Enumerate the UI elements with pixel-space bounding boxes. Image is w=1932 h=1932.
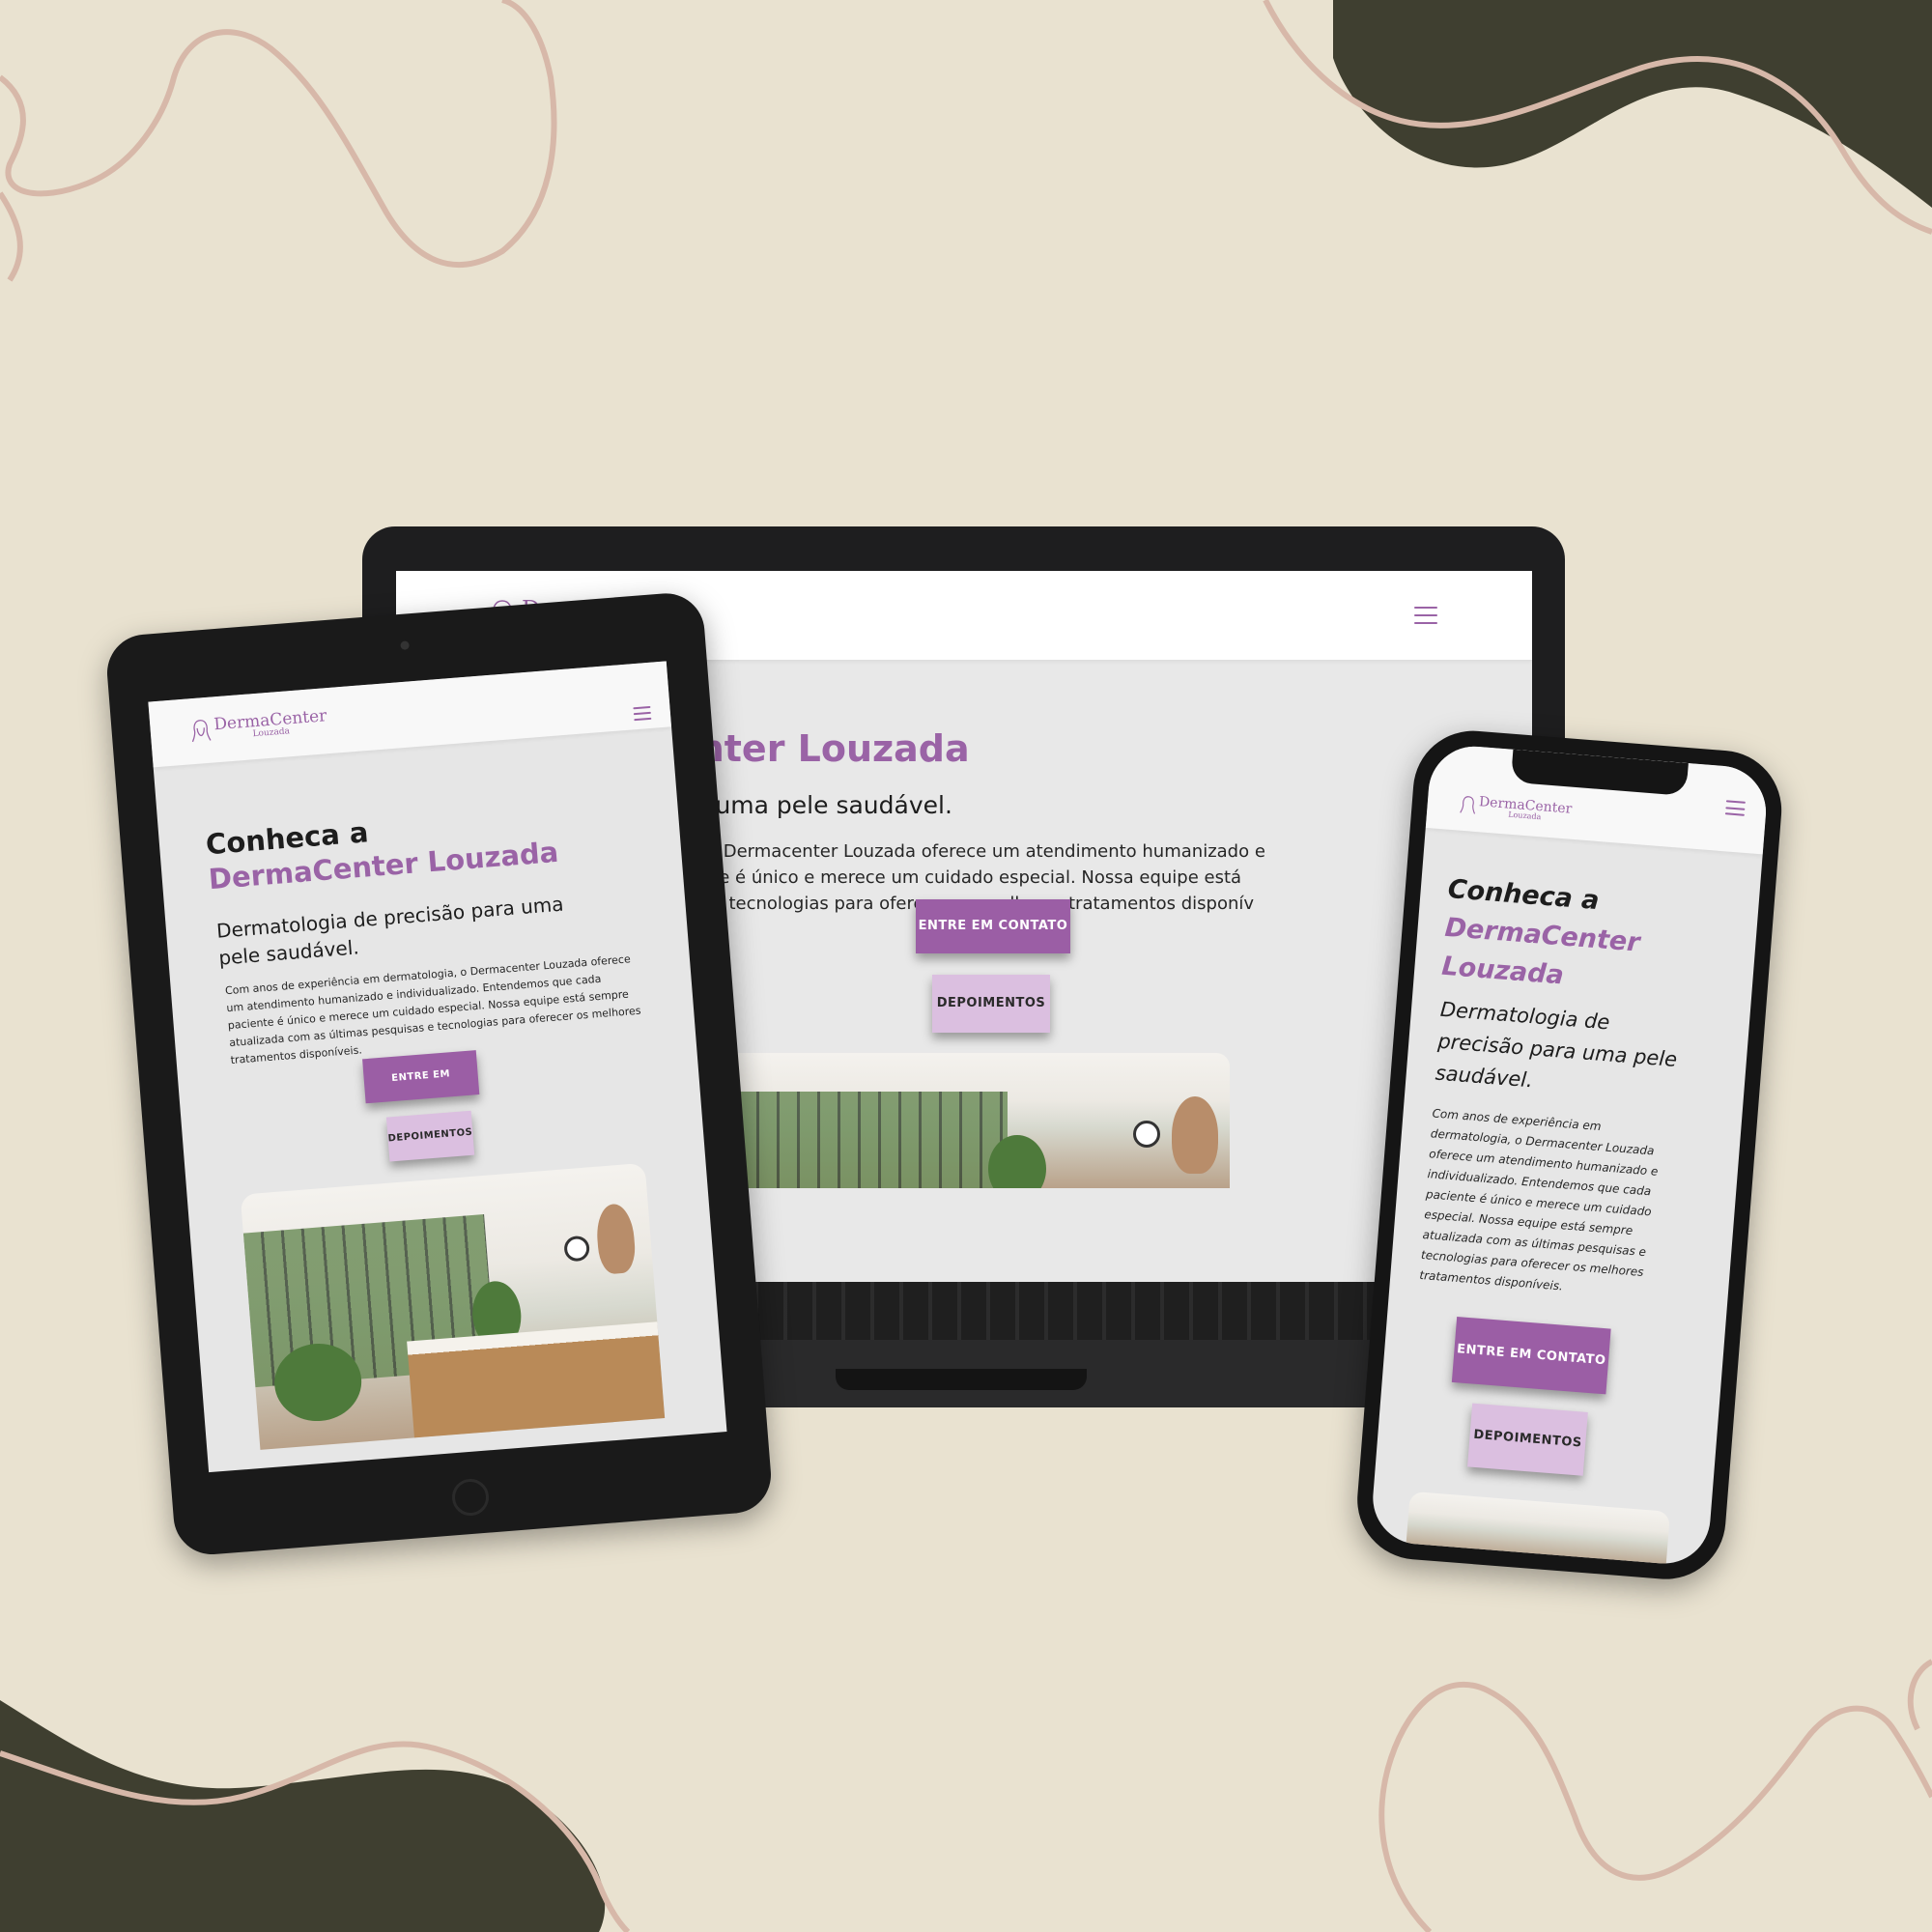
hero-title: Conheca a DermaCenter Louzada (1440, 873, 1641, 991)
bottom-right-squiggle (1378, 1659, 1932, 1932)
top-right-squiggle (1263, 0, 1932, 235)
tablet-screen: DermaCenter Louzada Conheca a DermaCente… (148, 661, 727, 1473)
phone-screen: DermaCenter Louzada Conheca a DermaCente… (1369, 743, 1770, 1568)
woman-face-icon (1460, 796, 1476, 814)
tablet-mockup: DermaCenter Louzada Conheca a DermaCente… (104, 590, 775, 1558)
hero-description: Com anos de experiência em dermatologia,… (1418, 1106, 1659, 1293)
hero-section: Conheca a DermaCenter Louzada Dermatolog… (154, 726, 727, 1472)
hero-description: Com anos de experiência em dermatologia,… (224, 952, 641, 1067)
tablet-home-button[interactable] (450, 1477, 491, 1518)
bottom-left-squiggle (0, 1741, 631, 1932)
contact-button[interactable]: ENTRE EM CONTATO (1451, 1317, 1611, 1395)
contact-button[interactable]: ENTRE EM CONTATO (916, 899, 1070, 953)
hamburger-menu-icon[interactable] (1724, 800, 1746, 816)
laptop-hinge-notch (836, 1369, 1087, 1390)
top-right-blob (1333, 0, 1932, 208)
logo[interactable]: DermaCenter Louzada (1460, 794, 1573, 824)
hero-section: Conheca a DermaCenter Louzada Dermatolog… (1370, 828, 1763, 1568)
woman-face-icon (191, 720, 212, 743)
clinic-photo (698, 1053, 1230, 1188)
bottom-left-blob (0, 1700, 606, 1932)
testimonials-button[interactable]: DEPOIMENTOS (385, 1110, 475, 1162)
hamburger-menu-icon[interactable] (633, 705, 652, 722)
top-left-squiggle (0, 0, 557, 282)
clinic-photo (240, 1162, 666, 1450)
hero-title: Conheca a DermaCenter Louzada (204, 815, 560, 896)
tablet-camera (400, 640, 410, 650)
hamburger-menu-icon[interactable] (1414, 607, 1437, 624)
phone-mockup: DermaCenter Louzada Conheca a DermaCente… (1352, 726, 1786, 1584)
logo[interactable]: DermaCenter Louzada (190, 706, 328, 744)
testimonials-button[interactable]: DEPOIMENTOS (932, 975, 1050, 1033)
contact-button[interactable]: ENTRE EM CONTATO (362, 1050, 480, 1128)
testimonials-button[interactable]: DEPOIMENTOS (1467, 1403, 1588, 1476)
hero-subtitle: Dermatologia de precisão para uma pele s… (1434, 997, 1678, 1093)
